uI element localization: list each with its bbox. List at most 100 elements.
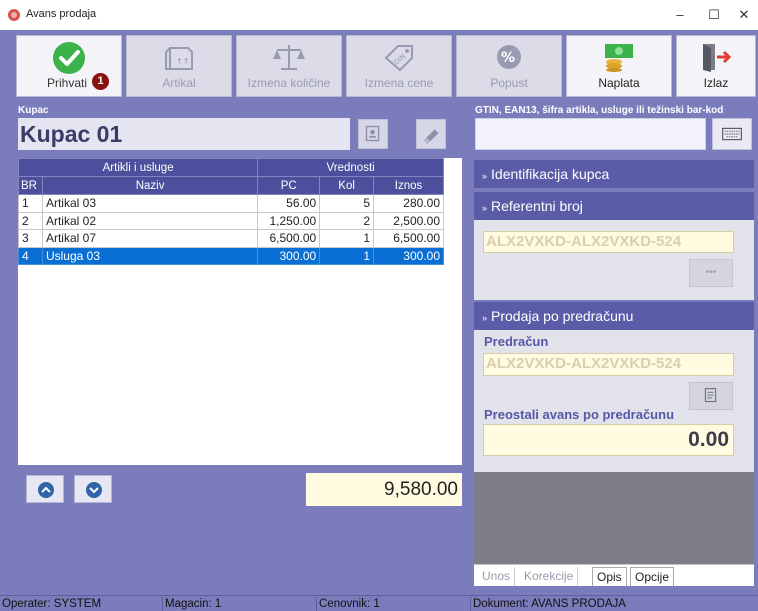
- col-br[interactable]: BR: [18, 176, 43, 195]
- cell-pc: 6,500.00: [257, 229, 321, 248]
- checkmark-icon: [53, 42, 85, 74]
- box-icon: ↑↑: [165, 47, 193, 70]
- group-header-vrednosti: Vrednosti: [257, 158, 444, 177]
- group-header-artikli: Artikli i usluge: [17, 158, 259, 177]
- status-cenovnik: Cenovnik: 1: [316, 597, 470, 611]
- popust-button[interactable]: % Popust: [456, 35, 562, 97]
- predracun-field[interactable]: ALX2VXKD-ALX2VXKD-524: [483, 353, 734, 376]
- col-kol[interactable]: Kol: [319, 176, 375, 195]
- izmena-kolicine-button[interactable]: Izmena količine: [236, 35, 342, 97]
- col-pc[interactable]: PC: [257, 176, 321, 195]
- items-table-panel: Artikli i usluge Vrednosti BR Naziv PC K…: [17, 158, 462, 465]
- predracun-value: ALX2VXKD-ALX2VXKD-524: [486, 355, 682, 372]
- referentni-body: ALX2VXKD-ALX2VXKD-524 •••: [474, 220, 754, 300]
- customer-card-button[interactable]: [358, 119, 388, 149]
- status-magacin: Magacin: 1: [162, 597, 316, 611]
- items-table: Artikli i usluge Vrednosti BR Naziv PC K…: [17, 158, 444, 265]
- document-icon: [704, 388, 717, 403]
- naplata-label: Naplata: [598, 76, 640, 90]
- prihvati-label: Prihvati: [47, 76, 88, 90]
- close-button[interactable]: ✕: [730, 4, 758, 26]
- cell-kol: 5: [319, 194, 375, 213]
- prihvati-badge: 1: [92, 73, 109, 90]
- referentni-broj-field[interactable]: ALX2VXKD-ALX2VXKD-524: [483, 231, 734, 253]
- keyboard-icon: [722, 127, 742, 141]
- table-row-selected[interactable]: 4 Usluga 03 300.00 1 300.00: [18, 246, 444, 265]
- prihvati-button[interactable]: Prihvati 1: [16, 35, 122, 97]
- scroll-down-button[interactable]: [74, 475, 112, 503]
- cell-naziv: Artikal 03: [41, 194, 259, 213]
- app-icon: [8, 9, 20, 21]
- cell-pc: 300.00: [257, 246, 321, 265]
- referentni-more-button[interactable]: •••: [689, 259, 733, 287]
- cell-pc: 56.00: [257, 194, 321, 213]
- percent-gear-icon: %: [497, 45, 521, 69]
- cell-kol: 2: [319, 211, 375, 230]
- exit-door-icon: [703, 44, 732, 72]
- maximize-button[interactable]: ☐: [700, 4, 728, 26]
- chevron-right-icon: »: [482, 171, 488, 181]
- table-row[interactable]: 3 Artikal 07 6,500.00 1 6,500.00: [18, 229, 444, 248]
- scale-icon: [273, 45, 305, 70]
- eraser-icon: [423, 129, 439, 145]
- izlaz-button[interactable]: Izlaz: [676, 35, 756, 97]
- preostali-value: 0.00: [483, 424, 734, 456]
- cell-br: 1: [18, 194, 43, 213]
- predracun-header[interactable]: » Prodaja po predračunu: [474, 302, 754, 330]
- scroll-up-button[interactable]: [26, 475, 64, 503]
- izlaz-label: Izlaz: [703, 76, 729, 90]
- kupac-field[interactable]: Kupac 01: [18, 118, 350, 150]
- identifikacija-section[interactable]: » Identifikacija kupca: [474, 160, 754, 188]
- chevron-up-icon: [38, 482, 54, 498]
- chevron-down-icon: [86, 482, 102, 498]
- main-area: Prihvati 1 ↑↑ Artikal Izmena količine DI…: [0, 30, 758, 595]
- status-bar: Operater: SYSTEM Magacin: 1 Cenovnik: 1 …: [0, 595, 758, 611]
- right-panel-empty-area: [474, 472, 754, 564]
- barcode-label: GTIN, EAN13, šifra artikla, usluge ili t…: [475, 105, 724, 116]
- table-row[interactable]: 2 Artikal 02 1,250.00 2 2,500.00: [18, 211, 444, 230]
- contact-card-icon: [365, 125, 380, 142]
- preostali-label: Preostali avans po predračunu: [484, 407, 675, 422]
- status-dokument: Dokument: AVANS PRODAJA: [470, 597, 758, 611]
- keyboard-button[interactable]: [712, 118, 752, 150]
- kupac-label: Kupac: [18, 105, 49, 116]
- table-row[interactable]: 1 Artikal 03 56.00 5 280.00: [18, 194, 444, 213]
- price-tag-icon: DIN: [384, 45, 413, 72]
- money-icon: [605, 44, 633, 72]
- tab-opcije[interactable]: Opcije: [630, 567, 675, 586]
- minimize-button[interactable]: –: [666, 4, 694, 26]
- cell-pc: 1,250.00: [257, 211, 321, 230]
- status-operater: Operater: SYSTEM: [2, 598, 102, 610]
- bottom-tabs: Unos Korekcije Opis Opcije: [474, 564, 754, 586]
- barcode-input[interactable]: [475, 118, 706, 150]
- tab-opis[interactable]: Opis: [592, 567, 627, 586]
- predracun-title: Prodaja po predračunu: [491, 308, 634, 324]
- artikal-label: Artikal: [162, 76, 196, 90]
- total-amount: 9,580.00: [306, 473, 462, 506]
- identifikacija-header[interactable]: » Identifikacija kupca: [474, 160, 754, 188]
- predracun-doc-button[interactable]: [689, 382, 733, 410]
- col-iznos[interactable]: Iznos: [373, 176, 444, 195]
- cell-naziv: Artikal 07: [41, 229, 259, 248]
- predracun-label: Predračun: [484, 334, 549, 349]
- naplata-button[interactable]: Naplata: [566, 35, 672, 97]
- tab-unos[interactable]: Unos: [478, 567, 516, 586]
- cell-iznos: 280.00: [373, 194, 444, 213]
- izmena-cene-label: Izmena cene: [364, 76, 434, 90]
- col-naziv[interactable]: Naziv: [41, 176, 259, 195]
- cell-kol: 1: [319, 246, 375, 265]
- referentni-header[interactable]: » Referentni broj: [474, 192, 754, 220]
- title-bar: Avans prodaja – ☐ ✕: [0, 0, 758, 30]
- izmena-cene-button[interactable]: DIN Izmena cene: [346, 35, 452, 97]
- kupac-value: Kupac 01: [20, 121, 123, 147]
- cell-iznos: 6,500.00: [373, 229, 444, 248]
- izmena-kolicine-label: Izmena količine: [247, 76, 331, 90]
- tab-korekcije[interactable]: Korekcije: [520, 567, 579, 586]
- svg-text:%: %: [501, 50, 515, 66]
- cell-naziv: Usluga 03: [41, 246, 259, 265]
- popust-label: Popust: [490, 76, 528, 90]
- cell-br: 4: [18, 246, 43, 265]
- referentni-broj-value: ALX2VXKD-ALX2VXKD-524: [486, 233, 682, 250]
- artikal-button[interactable]: ↑↑ Artikal: [126, 35, 232, 97]
- clear-customer-button[interactable]: [416, 119, 446, 149]
